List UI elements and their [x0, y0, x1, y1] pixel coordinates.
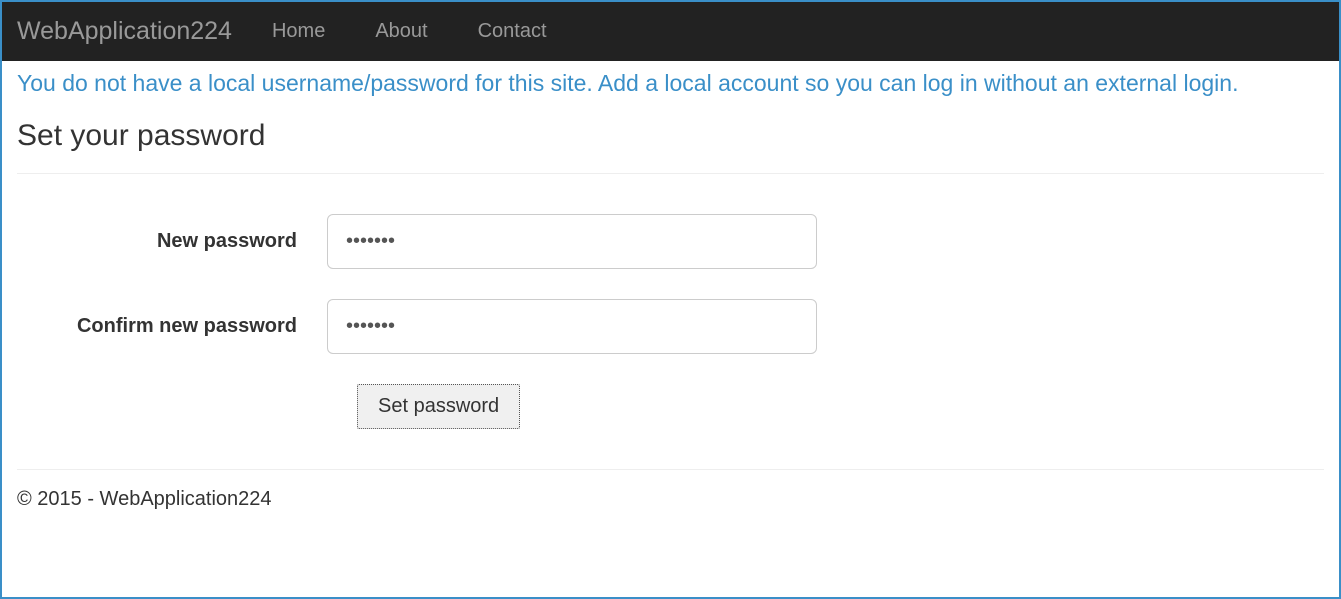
- divider: [17, 173, 1324, 174]
- info-message: You do not have a local username/passwor…: [17, 69, 1324, 99]
- nav-link-about[interactable]: About: [365, 10, 437, 52]
- new-password-label: New password: [17, 230, 327, 253]
- form-group-new-password: New password: [17, 214, 1324, 269]
- new-password-input[interactable]: [327, 214, 817, 269]
- confirm-password-label: Confirm new password: [17, 315, 327, 338]
- nav-link-home[interactable]: Home: [262, 10, 335, 52]
- main-container: You do not have a local username/passwor…: [2, 69, 1339, 526]
- set-password-button[interactable]: Set password: [357, 384, 520, 429]
- submit-group: Set password: [357, 384, 1324, 429]
- navbar: WebApplication224 Home About Contact: [2, 2, 1339, 61]
- form-title: Set your password: [17, 119, 1324, 153]
- footer-text: © 2015 - WebApplication224: [17, 488, 1324, 526]
- nav-links: Home About Contact: [262, 20, 587, 43]
- confirm-password-input[interactable]: [327, 299, 817, 354]
- password-form: New password Confirm new password Set pa…: [17, 214, 1324, 429]
- nav-link-contact[interactable]: Contact: [468, 10, 557, 52]
- footer-divider: [17, 469, 1324, 470]
- navbar-brand[interactable]: WebApplication224: [17, 17, 232, 46]
- form-group-confirm-password: Confirm new password: [17, 299, 1324, 354]
